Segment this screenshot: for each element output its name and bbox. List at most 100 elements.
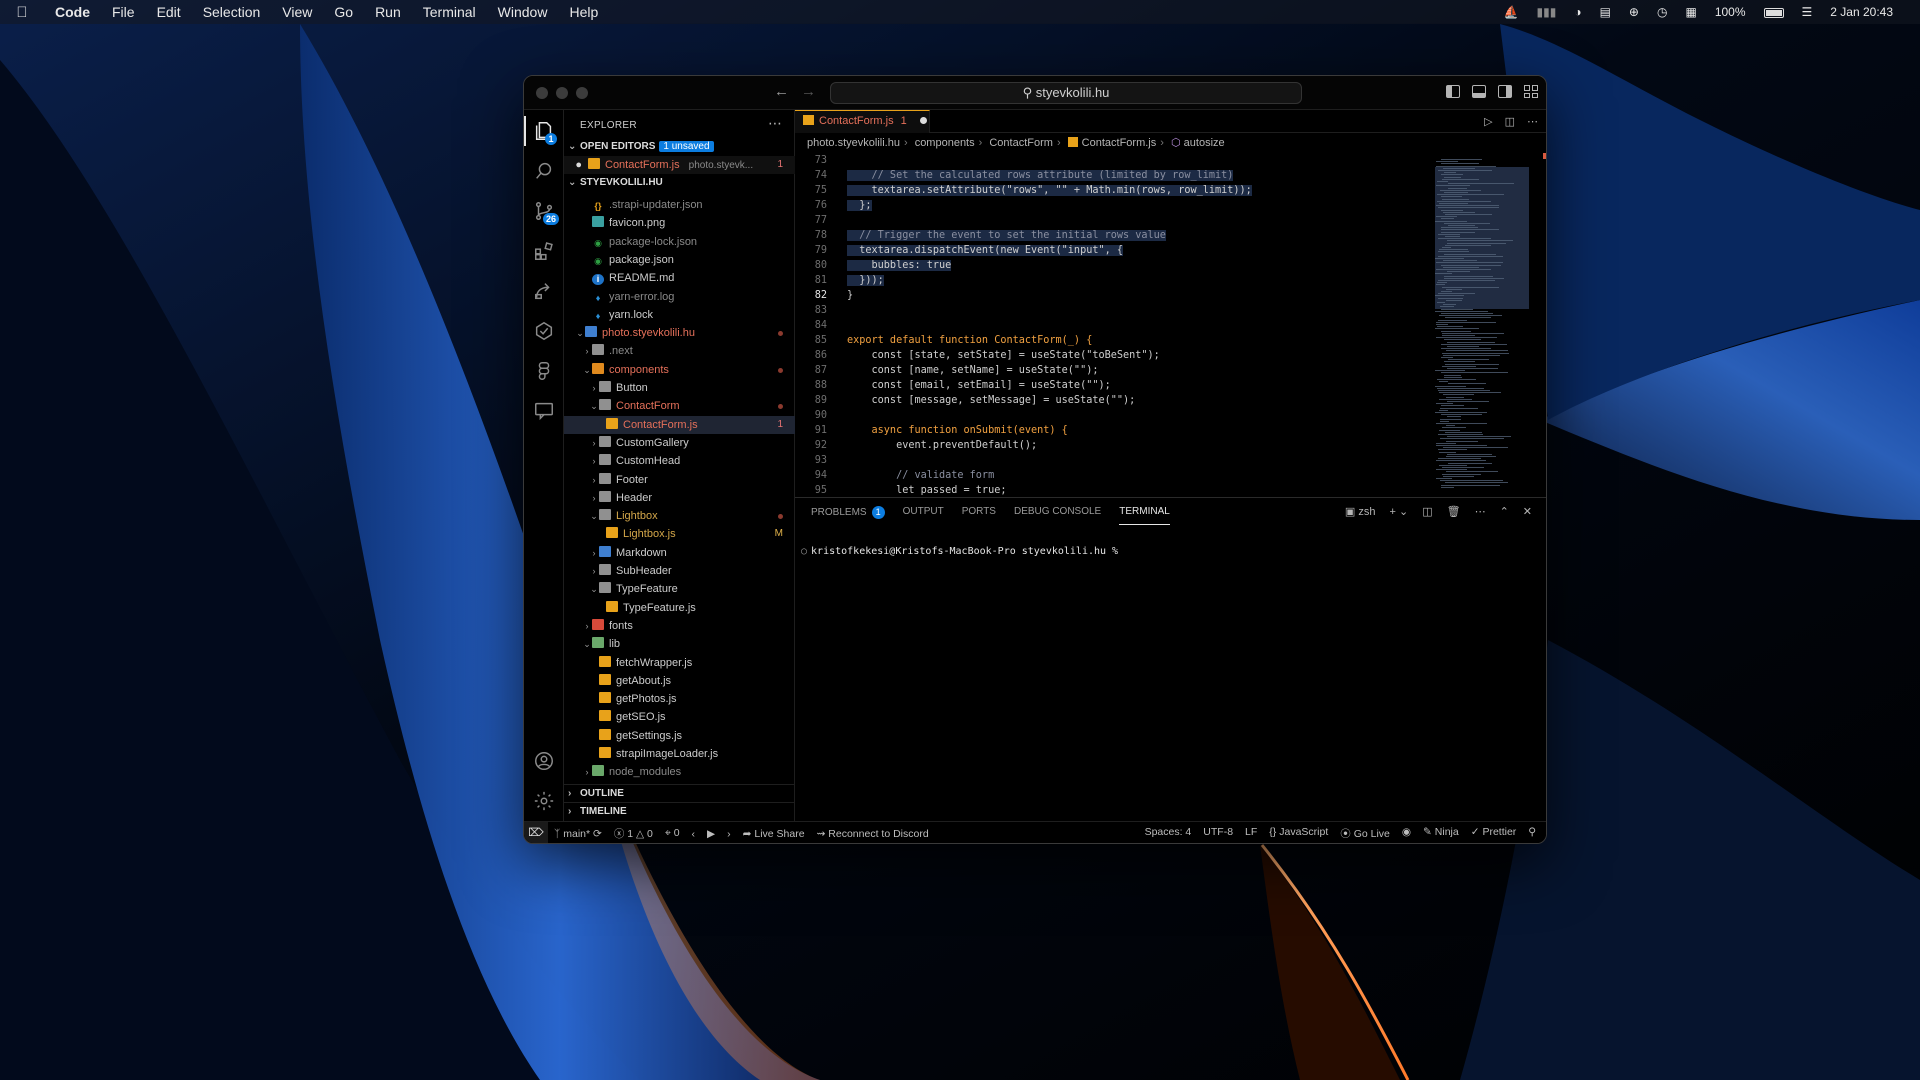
unsaved-dot-icon[interactable] [919,117,927,124]
tree-file-row[interactable]: TypeFeature.js [564,599,795,617]
chevron-right-icon[interactable]: › [589,379,599,397]
menu-terminal[interactable]: Terminal [412,4,487,20]
terminal-output[interactable]: ○ kristofkekesi@Kristofs-MacBook-Pro stye… [801,546,1118,557]
tree-folder-row[interactable]: ⌄ lib [564,635,795,653]
calendar-icon[interactable]: ▦ [1676,5,1705,19]
editor-scrollbar[interactable] [1534,153,1546,497]
tree-file-row[interactable]: getPhotos.js [564,690,795,708]
language-mode[interactable]: {} JavaScript [1263,826,1334,841]
split-terminal-icon[interactable]: ◫ [1422,505,1432,518]
chevron-down-icon[interactable]: ⌄ [589,507,599,525]
tree-file-row[interactable]: ♦ yarn-error.log [564,288,795,306]
command-center-search[interactable]: ⚲ styevkolili.hu [830,82,1302,104]
explorer-icon[interactable]: 1 [533,120,557,145]
code-line[interactable]: 76 }; [795,198,1425,213]
code-line[interactable]: 81 })); [795,273,1425,288]
tree-folder-row[interactable]: › node_modules [564,763,795,781]
source-control-icon[interactable]: 26 [533,200,560,225]
next-icon[interactable]: › [721,828,737,840]
ports-indicator[interactable]: ⌖ 0 [659,827,686,840]
chevron-right-icon[interactable]: › [589,452,599,470]
tree-file-row[interactable]: Lightbox.js M [564,525,795,543]
encoding-indicator[interactable]: UTF-8 [1197,826,1239,841]
notifications-bell-icon[interactable]: ⚲ [1522,826,1542,841]
tree-folder-row[interactable]: › Header [564,489,795,507]
search-view-icon[interactable] [533,160,555,182]
tab-problems[interactable]: PROBLEMS 1 [811,506,885,525]
tree-folder-row[interactable]: › SubHeader [564,562,795,580]
eol-indicator[interactable]: LF [1239,826,1263,841]
menu-view[interactable]: View [271,4,323,20]
go-live-button[interactable]: ⦿ Go Live [1334,826,1396,841]
indentation-indicator[interactable]: Spaces: 4 [1139,826,1198,841]
tree-file-row[interactable]: {} .strapi-updater.json [564,196,795,214]
prettier-button[interactable]: ✓ Prettier [1465,826,1523,841]
tree-file-row[interactable]: getSEO.js [564,708,795,726]
chevron-down-icon[interactable]: ⌄ [589,580,599,598]
forward-arrow-icon[interactable]: → [801,83,816,100]
play-icon[interactable]: ▶ [701,828,721,840]
tree-folder-row[interactable]: ⌄ Lightbox [564,507,795,525]
menu-selection[interactable]: Selection [192,4,272,20]
tree-folder-row[interactable]: › Button [564,379,795,397]
menu-app-name[interactable]: Code [44,4,101,20]
code-line[interactable]: 84 [795,318,1425,333]
chevron-right-icon[interactable]: › [582,763,592,781]
code-line[interactable]: 92 event.preventDefault(); [795,438,1425,453]
run-icon[interactable]: ▷ [1484,115,1492,128]
code-line[interactable]: 90 [795,408,1425,423]
live-share-button[interactable]: ➦ Live Share [737,828,811,840]
figma-icon[interactable] [533,360,555,382]
notes-icon[interactable]: ▤ [1591,5,1620,19]
tree-file-row[interactable]: ◉ package.json [564,251,795,269]
unsaved-dot-icon[interactable]: ● [564,156,588,174]
manage-gear-icon[interactable] [533,790,555,812]
open-editor-item[interactable]: ● ContactForm.js photo.styevk... 1 [564,156,795,174]
breadcrumb-item[interactable]: autosize [1184,137,1225,149]
code-line[interactable]: 93 [795,453,1425,468]
timeline-header[interactable]: › TIMELINE [564,802,795,820]
tab-output[interactable]: OUTPUT [903,506,944,525]
more-actions-icon[interactable]: ⋯ [1527,115,1538,128]
split-editor-icon[interactable]: ◫ [1505,115,1515,128]
code-line[interactable]: 73 [795,153,1425,168]
menu-go[interactable]: Go [323,4,364,20]
editor-tab-contactform[interactable]: ContactForm.js 1 [795,110,930,133]
customize-layout-icon[interactable] [1524,85,1538,98]
menu-file[interactable]: File [101,4,146,20]
code-line[interactable]: 87 const [name, setName] = useState(""); [795,363,1425,378]
tree-folder-row[interactable]: ⌄ TypeFeature [564,580,795,598]
breadcrumb-item[interactable]: ContactForm.js [1082,137,1157,149]
chevron-down-icon[interactable]: ⌄ [589,397,599,415]
tree-folder-row[interactable]: › .next [564,342,795,360]
code-line[interactable]: 80 bubbles: true [795,258,1425,273]
chevron-down-icon[interactable]: ⌄ [582,361,592,379]
tree-folder-row[interactable]: ⌄ components [564,361,795,379]
code-line[interactable]: 82} [795,288,1425,303]
copilot-icon[interactable]: ◉ [1396,826,1417,841]
workspace-header[interactable]: ⌄ STYEVKOLILI.HU [564,174,795,192]
chevron-right-icon[interactable]: › [589,562,599,580]
chevron-down-icon[interactable]: ⌄ [575,324,585,342]
chevron-down-icon[interactable]: ⌄ [582,635,592,653]
tree-file-row[interactable]: strapiImageLoader.js [564,745,795,763]
focus-icon[interactable]: ◑ [1565,5,1590,19]
tree-folder-row[interactable]: ⌄ photo.styevkolili.hu [564,324,795,342]
tree-file-row[interactable]: getAbout.js [564,672,795,690]
menu-help[interactable]: Help [558,4,609,20]
zoom-window-button[interactable] [576,87,588,99]
tree-folder-row[interactable]: › Footer [564,471,795,489]
apple-menu-icon[interactable]:  [0,4,44,21]
testing-icon[interactable] [533,320,555,342]
docker-icon[interactable]: ⛵ [1495,5,1528,19]
code-line[interactable]: 94 // validate form [795,468,1425,483]
remote-indicator-icon[interactable]: ⌦ [524,821,548,843]
code-line[interactable]: 77 [795,213,1425,228]
tree-file-row[interactable]: ContactForm.js 1 [564,415,795,434]
code-line[interactable]: 78 // Trigger the event to set the initi… [795,228,1425,243]
close-panel-icon[interactable]: ✕ [1523,505,1532,518]
kill-terminal-icon[interactable]: 🗑 [1447,505,1461,518]
code-line[interactable]: 85 export default function ContactForm(_)… [795,333,1425,348]
battery-icon[interactable] [1755,5,1793,19]
code-editor[interactable]: 73 74 // Set the calculated rows attribut… [795,153,1425,497]
